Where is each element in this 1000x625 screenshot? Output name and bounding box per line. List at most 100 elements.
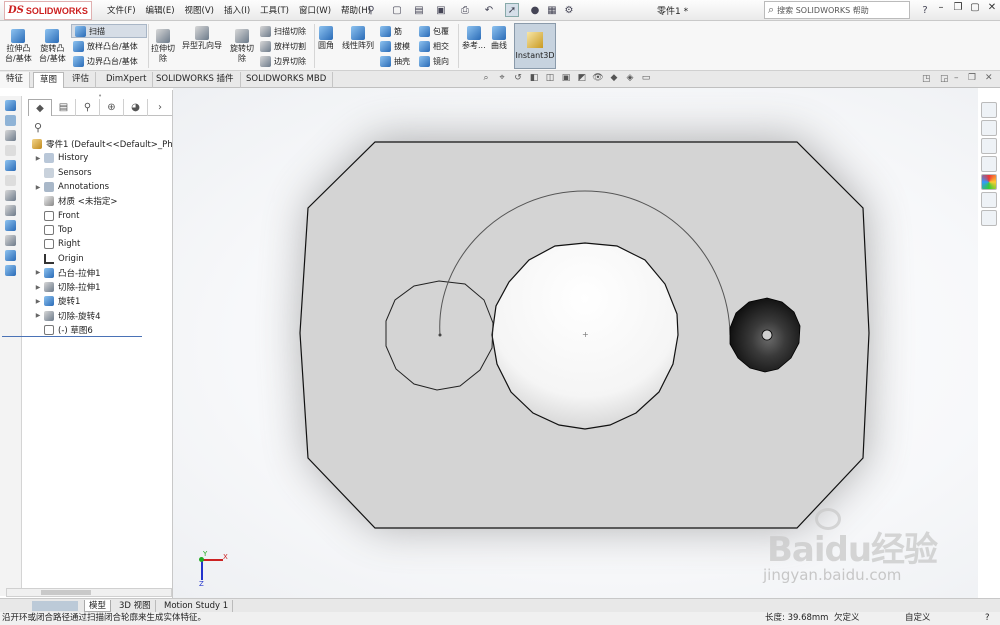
surface-tool-icon[interactable] [5,190,16,201]
cone-center-hole[interactable] [761,329,773,341]
doc-minimize-icon[interactable]: – [954,73,959,83]
tree-item-sketch6[interactable]: (-) 草图6 [30,323,173,337]
path-start-point[interactable] [438,333,442,337]
scenes-icon[interactable]: ◈ [624,73,636,85]
features-tool-icon[interactable] [5,160,16,171]
hole-wizard-button[interactable]: 异型孔向导 [182,26,222,51]
new-document-icon[interactable]: ▢ [390,3,404,17]
tab-evaluate[interactable]: 评估 [66,72,97,88]
close-icon[interactable]: ✕ [986,2,998,16]
boundary-boss-button[interactable]: 边界凸台/基体 [73,54,138,68]
display-style-icon[interactable]: ◩ [576,73,588,85]
open-icon[interactable]: ▤ [412,3,426,17]
pin-icon[interactable]: ⚲ [364,3,378,17]
dynamic-annotation-icon[interactable]: ◫ [544,73,556,85]
lofted-cut-button[interactable]: 放样切割 [260,39,306,53]
viewport-restore-icon[interactable]: ◳ [922,74,931,84]
help-icon[interactable]: ? [918,3,932,17]
print-icon[interactable]: ⎙ [458,3,472,17]
status-units[interactable]: 自定义 [905,612,931,625]
tab-motion-study-1[interactable]: Motion Study 1 [160,600,234,612]
doc-close-icon[interactable]: ✕ [985,73,993,83]
sweep-button[interactable]: 扫描 [71,24,147,38]
sheet-metal-icon[interactable] [5,220,16,231]
3d-sketch-icon[interactable] [5,100,16,111]
appearances-icon[interactable] [981,174,997,190]
tree-item-sensors[interactable]: Sensors [30,166,173,180]
section-view-icon[interactable]: ◧ [528,73,540,85]
mold-tool-icon[interactable] [5,205,16,216]
curves-button[interactable]: 曲线 [491,26,507,51]
view-settings-icon[interactable]: ▭ [640,73,652,85]
tab-mbd[interactable]: SOLIDWORKS MBD [240,72,334,88]
tab-3d-views[interactable]: 3D 视图 [115,600,156,612]
rebuild-icon[interactable]: ● [528,3,542,17]
tree-item-boss-extrude1[interactable]: ▶ 凸台-拉伸1 [30,266,173,280]
revolve-cut-button[interactable]: 旋转切 除 [230,29,254,64]
tree-item-revolve1[interactable]: ▶ 旋转1 [30,294,173,308]
file-explorer-icon[interactable] [981,138,997,154]
expand-arrow-icon[interactable]: ▶ [34,269,42,276]
curve-tool-icon[interactable] [5,250,16,261]
intersect-button[interactable]: 相交 [419,39,449,53]
design-library-icon[interactable] [981,120,997,136]
loft-boss-button[interactable]: 放样凸台/基体 [73,39,138,53]
zoom-area-icon[interactable]: ⌖ [496,73,508,85]
instant3d-button[interactable]: Instant3D [514,23,556,69]
extrude-boss-button[interactable]: 拉伸凸 台/基体 [5,29,32,64]
reference-geometry-button[interactable]: 参考... [462,26,486,51]
tree-item-top-plane[interactable]: Top [30,223,173,237]
tab-navigation-arrows[interactable] [32,601,78,611]
maximize-icon[interactable]: ▢ [969,2,981,16]
tree-item-annotations[interactable]: ▶ Annotations [30,180,173,194]
menu-file[interactable]: 文件(F) [107,4,136,16]
edit-appearance-icon[interactable]: ◆ [608,73,620,85]
tab-dimxpert[interactable]: DimXpert [100,72,154,88]
property-manager-tab-icon[interactable]: ▤ [52,99,76,116]
expand-arrow-icon[interactable]: ▶ [34,312,42,319]
solid-tool-icon[interactable] [5,130,16,141]
swept-cut-button[interactable]: 扫描切除 [260,24,306,38]
menu-tools[interactable]: 工具(T) [260,4,289,16]
rib-button[interactable]: 筋 [380,24,402,38]
save-icon[interactable]: ▣ [434,3,448,17]
minimize-icon[interactable]: – [935,2,947,16]
tree-root[interactable]: 零件1 (Default<<Default>_Ph [30,137,173,151]
file-properties-icon[interactable]: ▦ [545,3,559,17]
feature-manager-tab-icon[interactable]: ◆ [28,99,52,116]
revolve-boss-button[interactable]: 旋转凸 台/基体 [39,29,66,64]
feature-tree-scrollbar[interactable] [6,588,172,597]
tree-item-material[interactable]: 材质 <未指定> [30,194,173,208]
tab-addins[interactable]: SOLIDWORKS 插件 [150,72,241,88]
home-icon[interactable] [981,102,997,118]
options-gear-icon[interactable]: ⚙ [562,3,576,17]
viewport-tile-icon[interactable]: ◲ [940,74,949,84]
menu-view[interactable]: 视图(V) [185,4,214,16]
more-tabs-icon[interactable]: › [148,99,172,116]
fillet-button[interactable]: 圆角 [318,26,334,51]
boundary-cut-button[interactable]: 边界切除 [260,54,306,68]
tree-item-right-plane[interactable]: Right [30,237,173,251]
forum-icon[interactable] [981,210,997,226]
solidworks-logo[interactable]: DS SOLIDWORKS [4,1,92,20]
restore-icon[interactable]: ❐ [952,2,964,16]
hide-show-items-icon[interactable]: 👁 [592,73,604,85]
expand-arrow-icon[interactable]: ▶ [34,298,42,305]
wrap-button[interactable]: 包覆 [419,24,449,38]
doc-restore-icon[interactable]: ❐ [968,73,976,83]
help-search-input[interactable]: ⌕ 搜索 SOLIDWORKS 帮助 [764,1,910,19]
previous-view-icon[interactable]: ↺ [512,73,524,85]
view-orientation-icon[interactable]: ▣ [560,73,572,85]
part-model[interactable]: + [173,88,978,598]
expand-arrow-icon[interactable]: ▶ [34,184,42,191]
sketch-tool-icon[interactable] [5,115,16,126]
menu-insert[interactable]: 插入(I) [224,4,250,16]
tab-model[interactable]: 模型 [84,600,112,612]
custom-properties-icon[interactable] [981,192,997,208]
weldment-icon[interactable] [5,235,16,246]
expand-arrow-icon[interactable]: ▶ [34,155,42,162]
zoom-to-fit-icon[interactable]: ⌕ [480,73,492,85]
tab-features[interactable]: 特征 [0,72,31,88]
tree-item-history[interactable]: ▶ History [30,151,173,165]
dimxpert-manager-tab-icon[interactable]: ⊕ [100,99,124,116]
